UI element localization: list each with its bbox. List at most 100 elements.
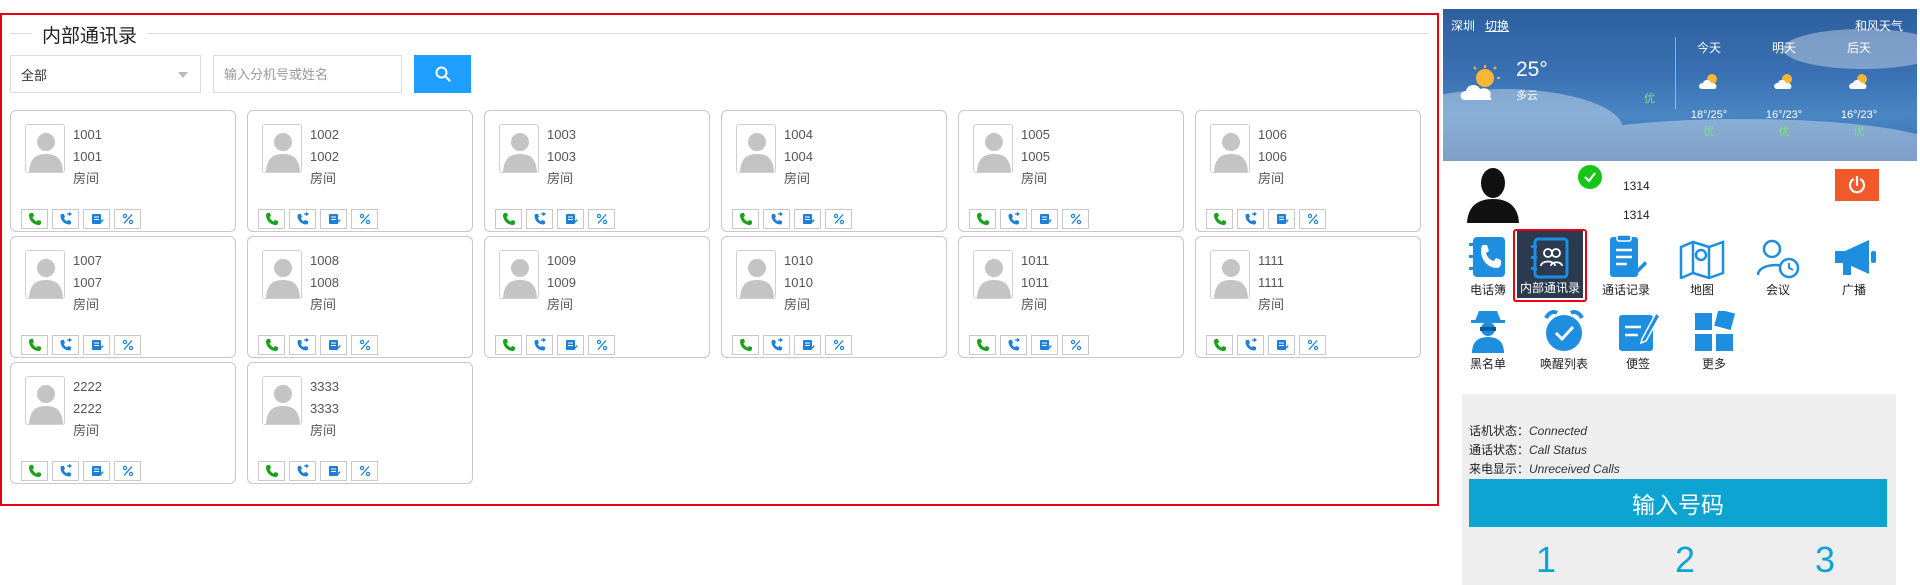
call-button[interactable] [495,335,522,355]
contact-card[interactable]: 1007 1007 房间 [10,236,236,358]
transfer-button[interactable] [1000,209,1027,229]
transfer-button[interactable] [1000,335,1027,355]
dial-number-input[interactable]: 输入号码 [1469,479,1887,527]
transfer-button[interactable] [763,335,790,355]
transfer-button[interactable] [289,335,316,355]
message-button[interactable] [320,209,347,229]
power-button[interactable] [1835,169,1879,201]
transfer-button[interactable] [526,209,553,229]
call-button[interactable] [258,461,285,481]
discount-button[interactable] [114,335,141,355]
call-button[interactable] [495,209,522,229]
menu-label: 唤醒列表 [1539,357,1588,371]
contact-card[interactable]: 1006 1006 房间 [1195,110,1421,232]
discount-button[interactable] [114,209,141,229]
transfer-button[interactable] [1237,209,1264,229]
menu-label: 更多 [1701,357,1726,371]
call-button[interactable] [969,335,996,355]
contact-grid: 1001 1001 房间 1002 1002 房间 1003 1003 房间 1… [10,110,1435,484]
menu-call-log[interactable]: 通话记录 [1589,231,1663,298]
menu-internal-directory[interactable]: 内部通讯录 [1513,229,1587,302]
contact-room: 房间 [784,171,811,186]
menu-broadcast[interactable]: 广播 [1817,231,1891,298]
discount-button[interactable] [1299,209,1326,229]
message-button[interactable] [557,335,584,355]
message-button[interactable] [83,335,110,355]
call-button[interactable] [21,209,48,229]
contact-card[interactable]: 1011 1011 房间 [958,236,1184,358]
keypad-key-2[interactable]: 2 [1675,539,1695,581]
discount-button[interactable] [351,335,378,355]
transfer-button[interactable] [52,209,79,229]
contact-card[interactable]: 2222 2222 房间 [10,362,236,484]
contact-card[interactable]: 1002 1002 房间 [247,110,473,232]
contact-card[interactable]: 1008 1008 房间 [247,236,473,358]
transfer-button[interactable] [52,335,79,355]
discount-button[interactable] [1062,335,1089,355]
call-button[interactable] [21,461,48,481]
message-button[interactable] [1031,209,1058,229]
contact-card[interactable]: 1010 1010 房间 [721,236,947,358]
card-actions [732,335,852,355]
call-button[interactable] [258,335,285,355]
search-input[interactable] [213,55,402,93]
contact-card[interactable]: 1005 1005 房间 [958,110,1184,232]
menu-blacklist[interactable]: 黑名单 [1451,305,1525,372]
alarm-clock-icon [1544,310,1584,351]
percent-icon [1307,339,1318,351]
transfer-button[interactable] [1237,335,1264,355]
contact-card[interactable]: 3333 3333 房间 [247,362,473,484]
message-button[interactable] [1268,209,1295,229]
discount-button[interactable] [588,209,615,229]
percent-icon [122,339,133,351]
message-button[interactable] [794,335,821,355]
message-button[interactable] [320,461,347,481]
discount-button[interactable] [825,209,852,229]
call-button[interactable] [1206,335,1233,355]
menu-more[interactable]: 更多 [1677,305,1751,372]
message-button[interactable] [1268,335,1295,355]
menu-notes[interactable]: 便签 [1601,305,1675,372]
phone-transfer-icon [297,212,309,225]
menu-wakeup-list[interactable]: 唤醒列表 [1527,305,1601,372]
transfer-button[interactable] [763,209,790,229]
discount-button[interactable] [825,335,852,355]
contact-card[interactable]: 1004 1004 房间 [721,110,947,232]
message-button[interactable] [557,209,584,229]
call-button[interactable] [21,335,48,355]
contact-card[interactable]: 1111 1111 房间 [1195,236,1421,358]
call-button[interactable] [258,209,285,229]
discount-button[interactable] [1062,209,1089,229]
contact-card[interactable]: 1003 1003 房间 [484,110,710,232]
transfer-button[interactable] [526,335,553,355]
call-button[interactable] [732,209,759,229]
transfer-button[interactable] [52,461,79,481]
menu-meeting[interactable]: 会议 [1741,231,1815,298]
contact-extension: 1003 [547,127,576,142]
department-select[interactable]: 全部 [10,55,201,93]
contact-card[interactable]: 1001 1001 房间 [10,110,236,232]
discount-button[interactable] [351,461,378,481]
search-button[interactable] [414,55,471,93]
panel-title: 内部通讯录 [32,21,148,48]
phonebook-icon [1469,237,1505,277]
call-button[interactable] [1206,209,1233,229]
keypad-key-3[interactable]: 3 [1815,539,1835,581]
contact-card[interactable]: 1009 1009 房间 [484,236,710,358]
menu-map[interactable]: 地图 [1665,231,1739,298]
keypad-key-1[interactable]: 1 [1536,539,1556,581]
message-button[interactable] [1031,335,1058,355]
call-button[interactable] [969,209,996,229]
message-button[interactable] [794,209,821,229]
call-button[interactable] [732,335,759,355]
message-button[interactable] [83,461,110,481]
discount-button[interactable] [1299,335,1326,355]
message-button[interactable] [83,209,110,229]
discount-button[interactable] [588,335,615,355]
discount-button[interactable] [114,461,141,481]
transfer-button[interactable] [289,209,316,229]
switch-city-link[interactable]: 切换 [1485,17,1509,34]
message-button[interactable] [320,335,347,355]
discount-button[interactable] [351,209,378,229]
transfer-button[interactable] [289,461,316,481]
